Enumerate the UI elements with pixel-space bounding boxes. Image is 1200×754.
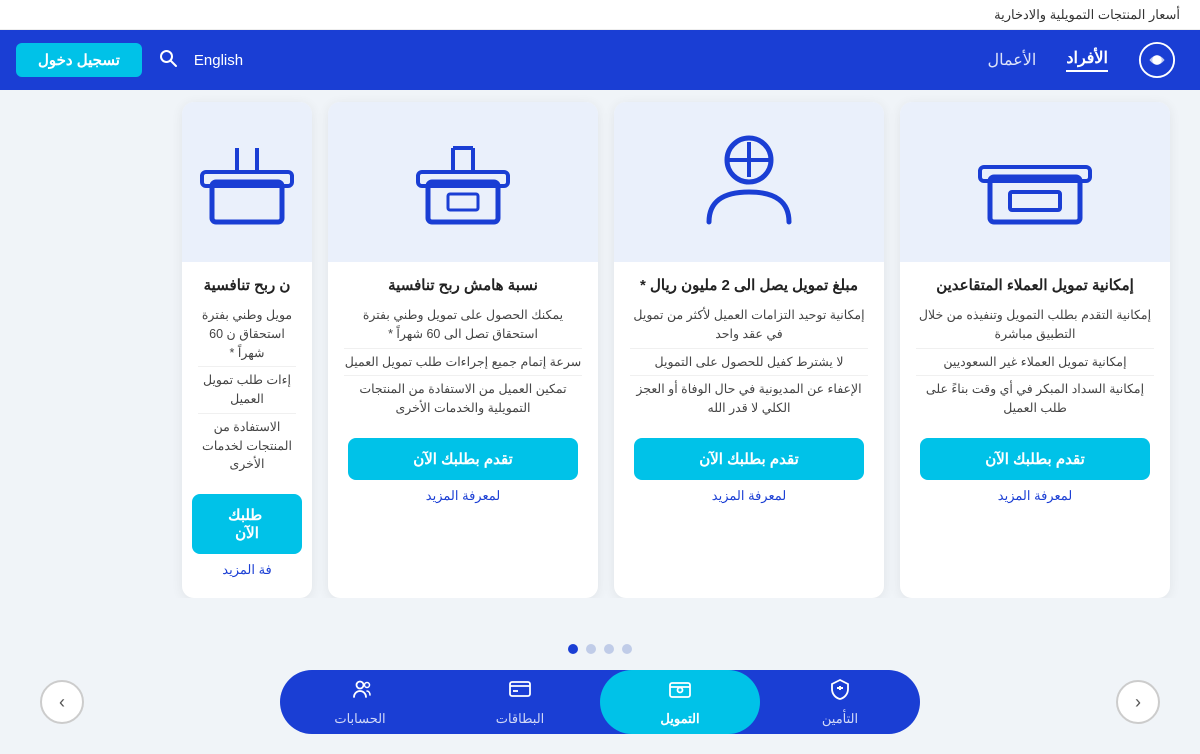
top-bar-text: أسعار المنتجات التمويلية والادخارية (994, 7, 1180, 23)
cards-section: إمكانية تمويل العملاء المتقاعدين إمكانية… (0, 90, 1200, 630)
card-4-more-link[interactable]: فة المزيد (222, 562, 272, 578)
card-4-apply-button[interactable]: طلبك الآن (192, 494, 303, 554)
insurance-icon (828, 677, 852, 707)
language-toggle[interactable]: English (194, 52, 243, 69)
card-3: نسبة هامش ربح تنافسية يمكنك الحصول على ت… (328, 102, 598, 598)
feature-item: الإعفاء عن المديونية في حال الوفاة أو ال… (630, 376, 868, 422)
cards-wrapper: إمكانية تمويل العملاء المتقاعدين إمكانية… (20, 90, 1180, 598)
feature-item: إمكانية تمويل العملاء غير السعوديين (916, 349, 1154, 377)
finance-icon (668, 677, 692, 707)
carousel-prev-button[interactable]: › (40, 680, 84, 724)
bottom-area: › التأمين (0, 630, 1200, 754)
card-2: مبلغ تمويل يصل الى 2 مليون ريال * إمكاني… (614, 102, 884, 598)
navbar-links: الأفراد الأعمال (243, 48, 1108, 72)
insurance-label: التأمين (822, 711, 858, 727)
card-1-title: إمكانية تمويل العملاء المتقاعدين (920, 262, 1150, 302)
cards-label: البطاقات (496, 711, 545, 727)
dot-1[interactable] (622, 644, 632, 654)
bottom-nav-insurance[interactable]: التأمين (760, 670, 920, 734)
card-4-title: ن ربح تنافسية (188, 262, 307, 302)
card-1: إمكانية تمويل العملاء المتقاعدين إمكانية… (900, 102, 1170, 598)
bank-logo (1138, 41, 1176, 79)
card-2-image (614, 102, 884, 262)
feature-item: سرعة إتمام جميع إجراءات طلب تمويل العميل (344, 349, 582, 377)
card-4-image (182, 102, 312, 262)
card-3-apply-button[interactable]: تقدم بطلبك الآن (348, 438, 578, 480)
prev-arrow-icon: › (59, 692, 65, 713)
search-icon[interactable] (158, 48, 178, 73)
finance-label: التمويل (660, 711, 699, 727)
accounts-label: الحسابات (334, 711, 385, 727)
feature-item: إمكانية السداد المبكر في أي وقت بناءً عل… (916, 376, 1154, 422)
card-2-more-link[interactable]: لمعرفة المزيد (712, 488, 786, 504)
next-arrow-icon: ‹ (1135, 692, 1141, 713)
dot-2[interactable] (604, 644, 614, 654)
feature-item: لا يشترط كفيل للحصول على التمويل (630, 349, 868, 377)
feature-item: يمكنك الحصول على تمويل وطني بفترة استحقا… (344, 302, 582, 349)
feature-item: إمكانية توحيد التزامات العميل لأكثر من ت… (630, 302, 868, 349)
card-1-features: إمكانية التقدم بطلب التمويل وتنفيذه من خ… (900, 302, 1170, 422)
feature-item: الاستفادة من المنتجات لخدمات الأخرى (198, 414, 296, 478)
nav-link-business[interactable]: الأعمال (988, 50, 1037, 70)
bottom-navigation: التأمين التمويل (280, 670, 920, 734)
bottom-nav-accounts[interactable]: الحسابات (280, 670, 440, 734)
feature-item: مويل وطني بفترة استحقاق ن 60 شهراً * (198, 302, 296, 367)
dot-3[interactable] (586, 644, 596, 654)
top-bar: أسعار المنتجات التمويلية والادخارية (0, 0, 1200, 30)
card-1-image (900, 102, 1170, 262)
feature-item: إمكانية التقدم بطلب التمويل وتنفيذه من خ… (916, 302, 1154, 349)
bottom-nav-finance[interactable]: التمويل (600, 670, 760, 734)
card-3-title: نسبة هامش ربح تنافسية (372, 262, 554, 302)
feature-item: تمكين العميل من الاستفادة من المنتجات ال… (344, 376, 582, 422)
card-1-apply-button[interactable]: تقدم بطلبك الآن (920, 438, 1150, 480)
card-4-features: مويل وطني بفترة استحقاق ن 60 شهراً * إءا… (182, 302, 312, 478)
card-1-more-link[interactable]: لمعرفة المزيد (998, 488, 1072, 504)
card-3-image (328, 102, 598, 262)
card-3-more-link[interactable]: لمعرفة المزيد (426, 488, 500, 504)
card-4: ن ربح تنافسية مويل وطني بفترة استحقاق ن … (182, 102, 312, 598)
card-3-features: يمكنك الحصول على تمويل وطني بفترة استحقا… (328, 302, 598, 422)
bottom-nav-row: › التأمين (20, 660, 1180, 744)
accounts-icon (348, 677, 372, 707)
dot-4[interactable] (568, 644, 578, 654)
navbar: الأفراد الأعمال English تسجيل دخول (0, 30, 1200, 90)
card-2-features: إمكانية توحيد التزامات العميل لأكثر من ت… (614, 302, 884, 422)
login-button[interactable]: تسجيل دخول (16, 43, 142, 77)
bottom-nav-cards[interactable]: البطاقات (440, 670, 600, 734)
carousel-next-button[interactable]: ‹ (1116, 680, 1160, 724)
card-2-apply-button[interactable]: تقدم بطلبك الآن (634, 438, 864, 480)
card-2-title: مبلغ تمويل يصل الى 2 مليون ريال * (624, 262, 874, 302)
feature-item: إءات طلب تمويل العميل (198, 367, 296, 414)
carousel-dots (20, 636, 1180, 660)
nav-link-individuals[interactable]: الأفراد (1066, 48, 1108, 72)
cards-icon (508, 677, 532, 707)
navbar-right: English تسجيل دخول (16, 43, 243, 77)
